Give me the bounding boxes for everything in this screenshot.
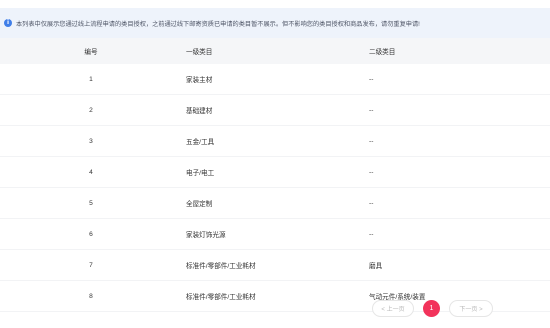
table-row: 7 标准件/零部件/工业耗材 磨具 xyxy=(0,250,550,281)
cell-level2: -- xyxy=(369,199,374,207)
table-row: 2 基础建材 -- xyxy=(0,95,550,126)
cell-number: 2 xyxy=(89,106,93,114)
cell-number: 8 xyxy=(89,292,93,300)
cell-level1: 标准件/零部件/工业耗材 xyxy=(186,263,256,270)
cell-number: 5 xyxy=(89,199,93,207)
cell-level1: 家装主材 xyxy=(186,77,213,84)
category-table: 编号 一级类目 二级类目 1 家装主材 -- 2 基础建材 -- 3 五金/工具… xyxy=(0,38,550,312)
cell-level1: 电子/电工 xyxy=(186,170,215,177)
notice-text: 本列表中仅展示您通过线上流程申请的类目授权，之前通过线下邮寄资质已申请的类目暂不… xyxy=(16,20,420,28)
cell-level1: 基础建材 xyxy=(186,108,213,115)
cell-level2: -- xyxy=(369,75,374,83)
cell-number: 6 xyxy=(89,230,93,238)
header-level2-category: 二级类目 xyxy=(369,49,396,56)
cell-level2: -- xyxy=(369,137,374,145)
pagination: < 上一页 1 下一页 > xyxy=(372,300,493,317)
table-header: 编号 一级类目 二级类目 xyxy=(0,38,550,64)
cell-level2: 磨具 xyxy=(369,263,383,270)
header-level1-category: 一级类目 xyxy=(186,49,213,56)
notice-banner: i 本列表中仅展示您通过线上流程申请的类目授权，之前通过线下邮寄资质已申请的类目… xyxy=(0,8,550,38)
cell-level1: 五金/工具 xyxy=(186,139,215,146)
table-row: 6 家装灯饰光源 -- xyxy=(0,219,550,250)
next-page-button[interactable]: 下一页 > xyxy=(449,300,493,317)
cell-level1: 标准件/零部件/工业耗材 xyxy=(186,294,256,301)
cell-number: 7 xyxy=(89,261,93,269)
info-icon: i xyxy=(4,19,12,27)
cell-number: 4 xyxy=(89,168,93,176)
table-row: 4 电子/电工 -- xyxy=(0,157,550,188)
cell-level1: 家装灯饰光源 xyxy=(186,232,226,239)
cell-number: 3 xyxy=(89,137,93,145)
cell-level2: -- xyxy=(369,168,374,176)
prev-page-button[interactable]: < 上一页 xyxy=(372,300,414,317)
table-row: 1 家装主材 -- xyxy=(0,64,550,95)
table-row: 3 五金/工具 -- xyxy=(0,126,550,157)
cell-level2: -- xyxy=(369,106,374,114)
cell-level2: -- xyxy=(369,230,374,238)
header-number: 编号 xyxy=(84,49,98,56)
cell-number: 1 xyxy=(89,75,93,83)
page-1-button[interactable]: 1 xyxy=(423,300,440,317)
cell-level1: 全屋定制 xyxy=(186,201,213,208)
table-row: 5 全屋定制 -- xyxy=(0,188,550,219)
